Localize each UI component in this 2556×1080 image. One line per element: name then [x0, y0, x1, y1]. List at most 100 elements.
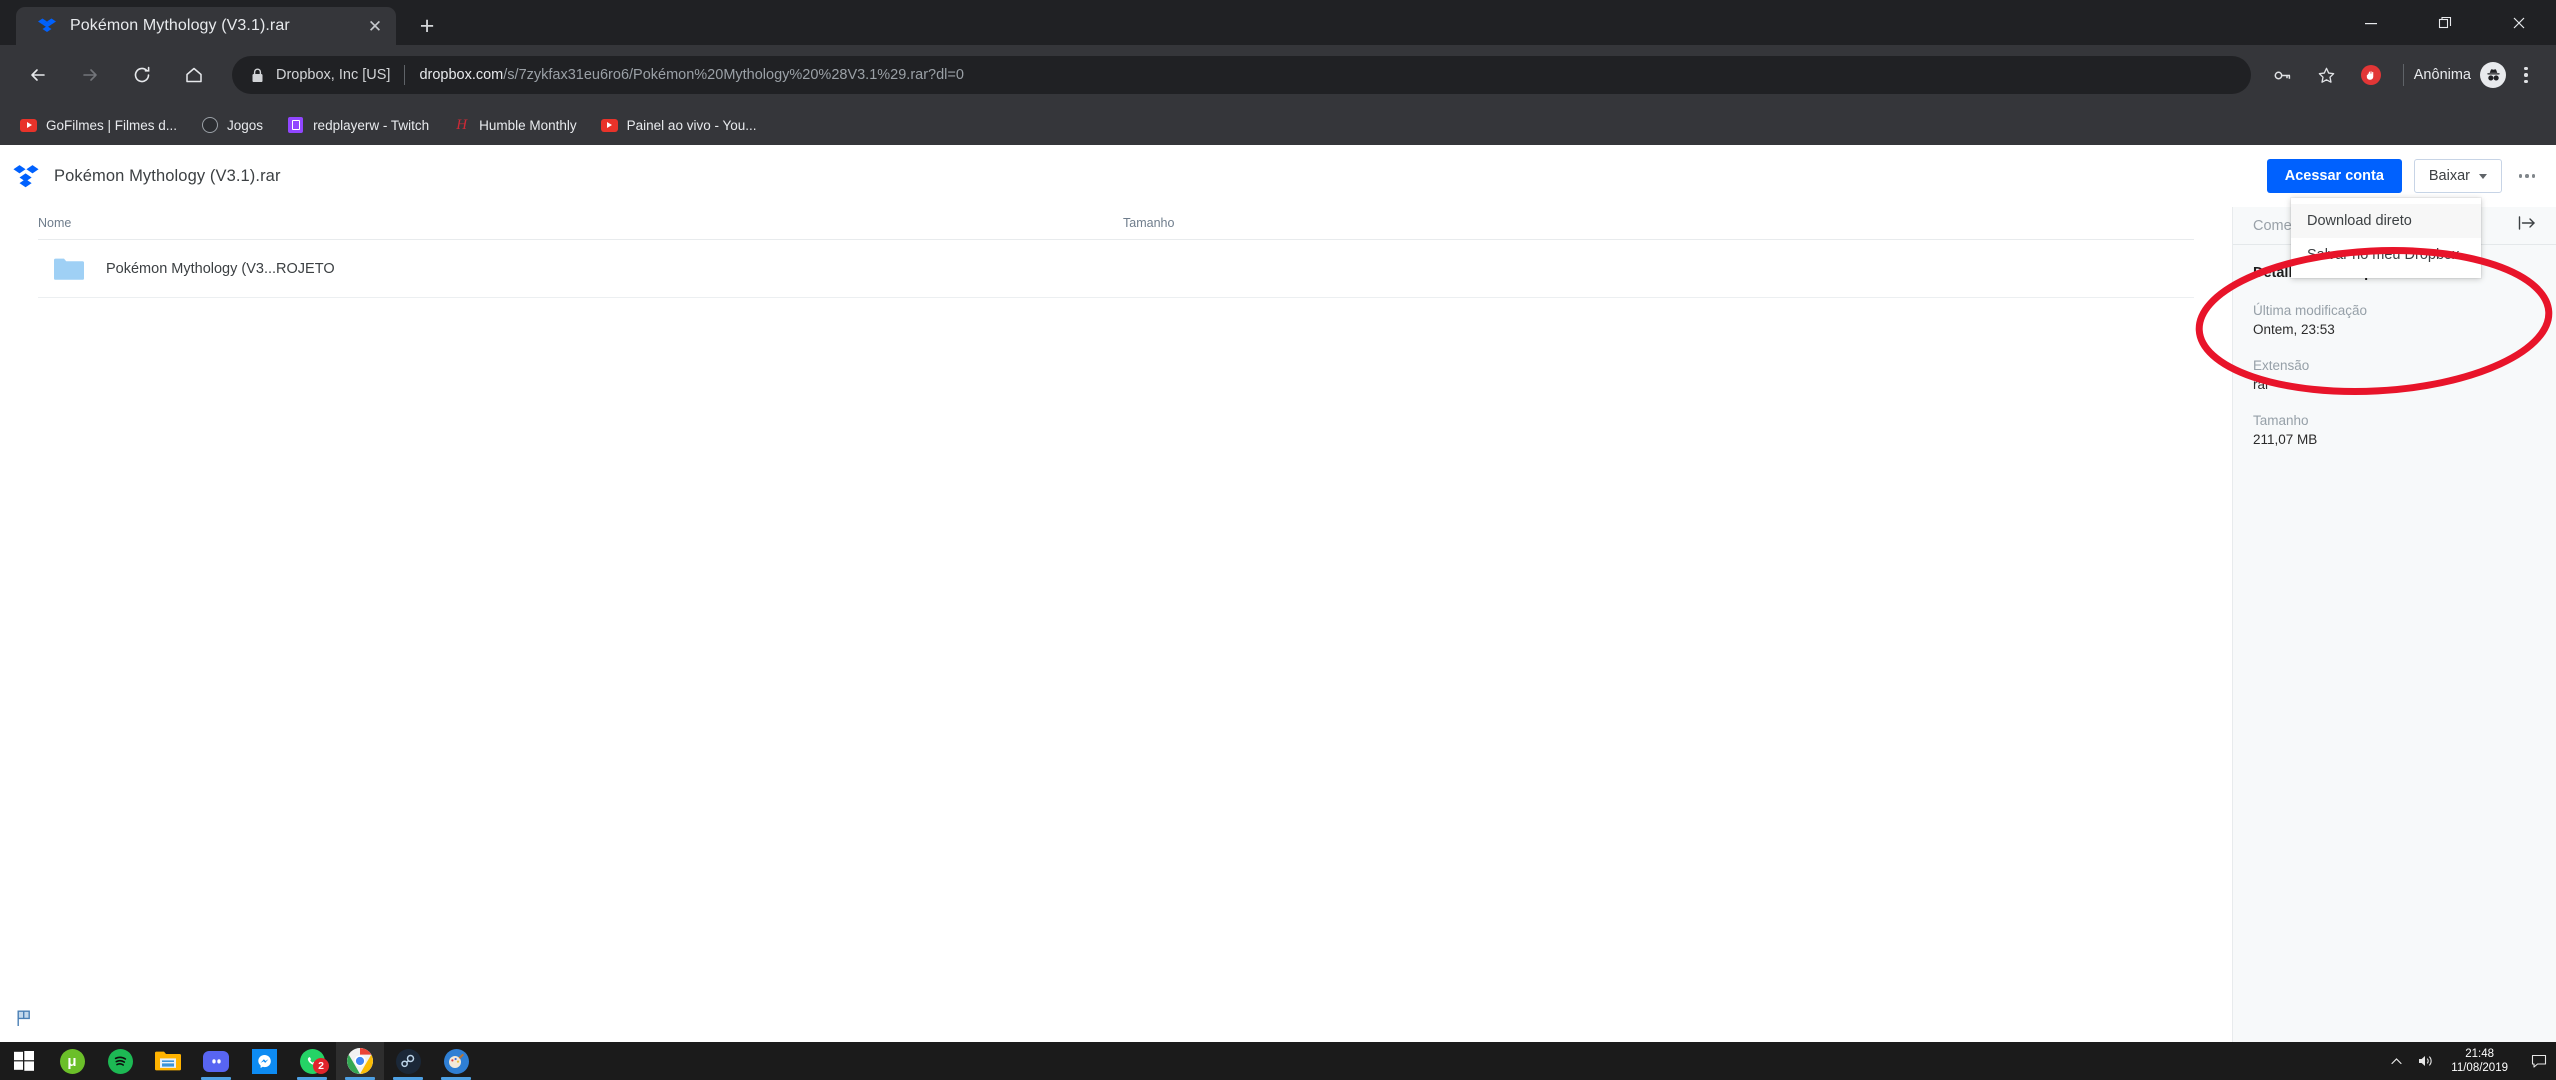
- window-controls: [2334, 0, 2556, 45]
- bookmark-jogos[interactable]: Jogos: [191, 111, 273, 139]
- detail-value: Ontem, 23:53: [2253, 322, 2335, 337]
- bookmark-gofilmes[interactable]: GoFilmes | Filmes d...: [10, 111, 187, 139]
- dropbox-page-header: Pokémon Mythology (V3.1).rar Acessar con…: [0, 145, 2556, 207]
- collapse-panel-icon[interactable]: [2518, 215, 2536, 236]
- page-title: Pokémon Mythology (V3.1).rar: [54, 166, 281, 185]
- url-host: dropbox.com: [419, 67, 504, 83]
- clock-date: 11/08/2019: [2451, 1062, 2508, 1074]
- bookmark-label: GoFilmes | Filmes d...: [46, 117, 178, 133]
- tab-title: Pokémon Mythology (V3.1).rar: [70, 17, 290, 34]
- file-explorer-icon: [155, 1051, 181, 1071]
- detail-size: Tamanho 211,07 MB: [2253, 413, 2536, 447]
- detail-label: Tamanho: [2253, 413, 2309, 428]
- clock[interactable]: 21:48 11/08/2019: [2441, 1047, 2522, 1075]
- tab-strip: Pokémon Mythology (V3.1).rar ✕ +: [0, 0, 2556, 45]
- discord-icon: [203, 1050, 229, 1072]
- dropbox-logo[interactable]: [12, 162, 40, 190]
- detail-value: 211,07 MB: [2253, 432, 2318, 447]
- bookmark-painel-ao-vivo[interactable]: Painel ao vivo - You...: [591, 111, 767, 139]
- whatsapp-badge: 2: [313, 1058, 329, 1074]
- bookmark-label: Humble Monthly: [479, 117, 577, 133]
- table-row[interactable]: Pokémon Mythology (V3...ROJETO: [38, 240, 2194, 298]
- menu-item-salvar-no-meu-dropbox[interactable]: Salvar no meu Dropbox: [2291, 238, 2481, 272]
- utorrent-icon: μ: [59, 1048, 85, 1074]
- menu-item-download-direto[interactable]: Download direto: [2291, 204, 2481, 238]
- close-icon[interactable]: [2482, 0, 2556, 45]
- detail-value: rar: [2253, 377, 2270, 392]
- taskbar-utorrent[interactable]: μ: [48, 1042, 96, 1080]
- start-button[interactable]: [0, 1042, 48, 1080]
- new-tab-button[interactable]: +: [410, 9, 444, 43]
- address-bar[interactable]: Dropbox, Inc [US] dropbox.com/s/7zykfax3…: [232, 56, 2251, 94]
- taskbar-messenger[interactable]: [240, 1042, 288, 1080]
- toolbar-actions: Anônima: [2261, 56, 2544, 94]
- bookmark-label: redplayerw - Twitch: [313, 117, 430, 133]
- bookmark-label: Jogos: [227, 117, 264, 133]
- report-flag-icon[interactable]: [14, 1008, 36, 1030]
- forward-arrow-icon[interactable]: [70, 55, 110, 95]
- youtube-play-icon: [600, 117, 618, 134]
- file-name: Pokémon Mythology (V3...ROJETO: [106, 260, 335, 277]
- column-header-size[interactable]: Tamanho: [1123, 216, 1174, 230]
- messenger-icon: [251, 1048, 277, 1074]
- column-header-name[interactable]: Nome: [38, 216, 1123, 230]
- adblock-hand-icon[interactable]: [2352, 56, 2390, 94]
- bookmark-label: Painel ao vivo - You...: [626, 117, 757, 133]
- taskbar-google-chrome[interactable]: [336, 1042, 384, 1080]
- browser-tab[interactable]: Pokémon Mythology (V3.1).rar ✕: [16, 7, 396, 45]
- steam-icon: [395, 1048, 421, 1074]
- incognito-hat-icon: [2480, 62, 2506, 88]
- download-dropdown-menu: Download direto Salvar no meu Dropbox: [2291, 198, 2481, 278]
- chevron-down-icon: [2479, 173, 2487, 179]
- back-arrow-icon[interactable]: [18, 55, 58, 95]
- detail-label: Extensão: [2253, 358, 2310, 373]
- folder-circle-icon: [201, 117, 218, 134]
- chrome-browser-window: Pokémon Mythology (V3.1).rar ✕ + Dropbox…: [0, 0, 2556, 1080]
- security-label: Dropbox, Inc [US]: [276, 67, 391, 83]
- youtube-play-icon: [20, 117, 37, 134]
- lock-icon: [248, 68, 266, 83]
- detail-label: Última modificação: [2253, 303, 2368, 318]
- incognito-indicator[interactable]: Anônima: [2414, 62, 2506, 88]
- detail-extension: Extensão rar: [2253, 358, 2536, 392]
- dropbox-favicon-icon: [38, 17, 56, 35]
- reload-icon[interactable]: [122, 55, 162, 95]
- three-dot-menu-icon[interactable]: [2508, 56, 2544, 94]
- paint-icon: [443, 1048, 469, 1074]
- taskbar-whatsapp[interactable]: 2: [288, 1042, 336, 1080]
- taskbar-file-explorer[interactable]: [144, 1042, 192, 1080]
- restore-icon[interactable]: [2408, 0, 2482, 45]
- show-hidden-icons-icon[interactable]: [2381, 1042, 2411, 1080]
- home-icon[interactable]: [174, 55, 214, 95]
- system-tray: 21:48 11/08/2019: [2381, 1042, 2556, 1080]
- windows-taskbar: μ 2 21:48 11/08/2019: [0, 1042, 2556, 1080]
- download-button-label: Baixar: [2428, 168, 2470, 184]
- tab-close-icon[interactable]: ✕: [362, 13, 388, 39]
- folder-icon: [54, 257, 84, 281]
- spotify-icon: [107, 1048, 133, 1074]
- details-sidebar: Comentá Detalhes do Dropbox Última modif…: [2232, 207, 2556, 1042]
- taskbar-steam[interactable]: [384, 1042, 432, 1080]
- taskbar-paint[interactable]: [432, 1042, 480, 1080]
- more-options-button[interactable]: [2510, 159, 2544, 193]
- volume-icon[interactable]: [2411, 1042, 2441, 1080]
- url-text: dropbox.com/s/7zykfax31eu6ro6/Pokémon%20…: [419, 67, 964, 83]
- twitch-icon: [287, 117, 304, 134]
- bookmark-redplayerw-twitch[interactable]: redplayerw - Twitch: [277, 111, 439, 139]
- key-icon[interactable]: [2264, 56, 2302, 94]
- download-button[interactable]: Baixar: [2413, 159, 2502, 193]
- file-list: Nome Tamanho Pokémon Mythology (V3...ROJ…: [0, 207, 2232, 1042]
- star-icon[interactable]: [2308, 56, 2346, 94]
- browser-toolbar: Dropbox, Inc [US] dropbox.com/s/7zykfax3…: [0, 45, 2556, 105]
- minimize-icon[interactable]: [2334, 0, 2408, 45]
- toolbar-divider: [2402, 64, 2404, 86]
- taskbar-discord[interactable]: [192, 1042, 240, 1080]
- action-center-icon[interactable]: [2522, 1042, 2556, 1080]
- clock-time: 21:48: [2465, 1048, 2495, 1060]
- taskbar-spotify[interactable]: [96, 1042, 144, 1080]
- url-path: /s/7zykfax31eu6ro6/Pokémon%20Mythology%2…: [503, 67, 964, 83]
- detail-last-modified: Última modificação Ontem, 23:53: [2253, 303, 2536, 337]
- sign-in-button[interactable]: Acessar conta: [2266, 159, 2402, 193]
- incognito-label: Anônima: [2413, 67, 2471, 83]
- bookmark-humble-monthly[interactable]: H Humble Monthly: [443, 111, 587, 139]
